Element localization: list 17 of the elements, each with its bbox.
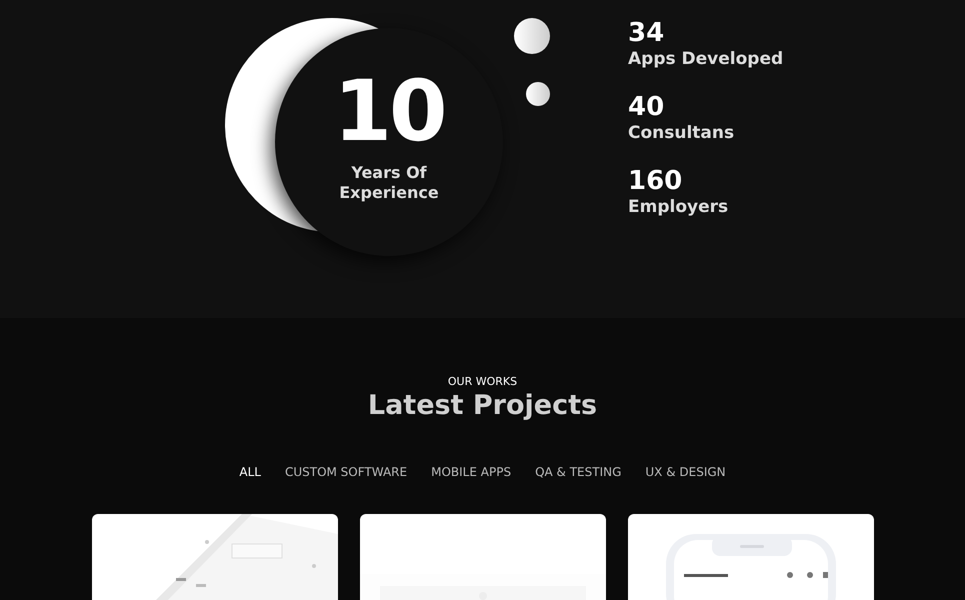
stat-label: Apps Developed xyxy=(628,48,784,70)
filter-tab[interactable]: MOBILE APPS xyxy=(431,465,512,479)
filter-tab[interactable]: CUSTOM SOFTWARE xyxy=(284,465,408,479)
filter-tab[interactable]: UX & DESIGN xyxy=(645,465,726,479)
stat-label: Consultans xyxy=(628,122,736,144)
years-label: Years Of Experience xyxy=(339,163,439,203)
bubble-shape xyxy=(526,82,550,106)
stat-value: 160 xyxy=(628,166,684,196)
years-number: 10 xyxy=(334,69,444,153)
bubble-shape xyxy=(514,18,550,54)
stat-value: 34 xyxy=(628,18,666,48)
stat-label: Employers xyxy=(628,196,730,218)
filter-tab[interactable]: QA & TESTING xyxy=(535,465,622,479)
section-title: Latest Projects xyxy=(368,390,598,421)
stat-value: 40 xyxy=(628,92,666,122)
filter-tab[interactable]: ALL xyxy=(239,465,261,479)
section-eyebrow: OUR WORKS xyxy=(448,375,518,388)
